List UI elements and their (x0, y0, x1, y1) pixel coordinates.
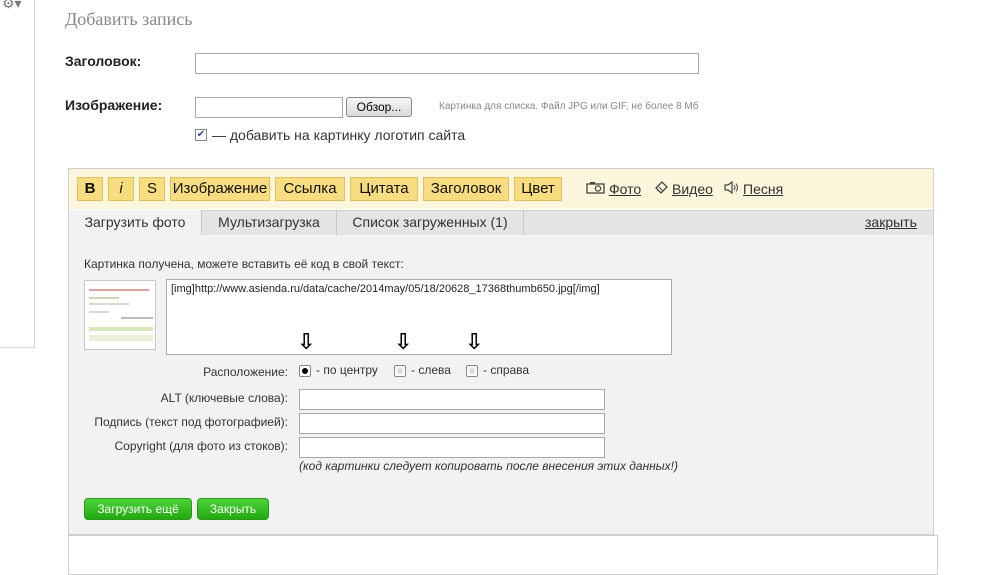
position-center-label: - по центру (316, 363, 378, 377)
alt-label: ALT (ключевые слова): (160, 391, 288, 405)
image-thumbnail (84, 280, 156, 350)
copyright-input[interactable] (299, 437, 605, 458)
gear-icon[interactable]: ⚙▾ (2, 0, 22, 10)
speaker-icon (724, 180, 740, 197)
tab-upload-photo[interactable]: Загрузить фото (69, 210, 202, 235)
photo-link[interactable]: Фото (609, 181, 641, 197)
camera-icon (586, 181, 606, 197)
upload-more-button[interactable]: Загрузить ещё (84, 498, 192, 520)
quote-button[interactable]: Цитата (350, 177, 418, 201)
browse-button[interactable]: Обзор... (346, 97, 412, 117)
alt-input[interactable] (299, 389, 605, 410)
logo-checkbox-label: — добавить на картинку логотип сайта (212, 127, 466, 143)
copyright-label: Copyright (для фото из стоков): (114, 439, 288, 453)
tab-uploaded-list[interactable]: Список загруженных (1) (337, 210, 524, 235)
image-file-input[interactable] (195, 97, 343, 118)
radio-dot (302, 368, 308, 374)
position-left-radio[interactable] (394, 365, 406, 377)
strike-button[interactable]: S (139, 177, 165, 201)
down-arrow-icon: ⇩ (394, 329, 413, 354)
image-code-textarea[interactable]: [img]http://www.asienda.ru/data/cache/20… (166, 279, 672, 355)
copy-note: (код картинки следует копировать после в… (299, 459, 678, 473)
checkmark-icon: ✔ (196, 129, 206, 140)
bold-button[interactable]: B (77, 177, 103, 201)
position-right-label: - справа (483, 363, 530, 377)
film-icon (654, 181, 669, 197)
caption-input[interactable] (299, 413, 605, 434)
header-button[interactable]: Заголовок (423, 177, 509, 201)
color-button[interactable]: Цвет (514, 177, 562, 201)
radio-dot (397, 368, 403, 374)
heading-input[interactable] (195, 53, 699, 74)
position-center-radio[interactable] (299, 365, 311, 377)
italic-button[interactable]: i (108, 177, 134, 201)
image-label: Изображение: (65, 97, 163, 113)
radio-dot (469, 368, 475, 374)
position-left-label: - слева (411, 363, 451, 377)
heading-label: Заголовок: (65, 53, 142, 69)
caption-label: Подпись (текст под фотографией): (94, 415, 288, 429)
link-button[interactable]: Ссылка (275, 177, 345, 201)
song-link[interactable]: Песня (743, 181, 783, 197)
logo-checkbox[interactable]: ✔ (195, 129, 207, 141)
upload-info-text: Картинка получена, можете вставить её ко… (84, 257, 404, 271)
down-arrow-icon: ⇩ (297, 329, 316, 354)
image-button[interactable]: Изображение (170, 177, 270, 201)
close-button[interactable]: Закрыть (197, 498, 269, 520)
close-link[interactable]: закрыть (865, 214, 917, 230)
image-hint: Картинка для списка. Файл JPG или GIF, н… (439, 101, 699, 112)
position-right-radio[interactable] (466, 365, 478, 377)
position-label: Расположение: (203, 365, 288, 379)
video-link[interactable]: Видео (672, 181, 713, 197)
sidebar-edge (0, 0, 35, 348)
editor-text-area[interactable] (68, 535, 938, 575)
down-arrow-icon: ⇩ (465, 329, 484, 354)
tab-multi-upload[interactable]: Мультизагрузка (202, 210, 337, 235)
page-title: Добавить запись (65, 9, 193, 29)
